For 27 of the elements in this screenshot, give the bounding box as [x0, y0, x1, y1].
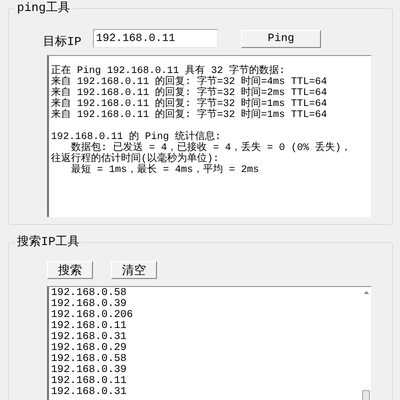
ip-list-item[interactable]: 192.168.0.31	[51, 387, 359, 398]
output-line: 来自 192.168.0.11 的回复: 字节=32 时间=4ms TTL=64	[51, 77, 328, 88]
ip-list-item[interactable]: 192.168.0.11	[51, 321, 359, 332]
ip-list-item[interactable]: 192.168.0.58	[51, 354, 359, 365]
group-title: 搜索IP工具	[15, 235, 82, 249]
ip-list-item[interactable]: 192.168.0.39	[51, 299, 359, 310]
ip-list-item[interactable]: 192.168.0.29	[51, 343, 359, 354]
ip-list-item[interactable]: 192.168.0.39	[51, 365, 359, 376]
ip-list-item[interactable]: 192.168.0.206	[51, 310, 359, 321]
ip-list-item[interactable]: 192.168.0.31	[51, 332, 359, 343]
output-line: 最短 = 1ms，最长 = 4ms，平均 = 2ms	[70, 165, 260, 176]
output-line: 往返行程的估计时间(以毫秒为单位):	[51, 154, 220, 165]
output-line: 正在 Ping 192.168.0.11 具有 32 字节的数据:	[51, 66, 286, 77]
output-line: 来自 192.168.0.11 的回复: 字节=32 时间=1ms TTL=64	[51, 99, 328, 110]
toolbar-button[interactable]: 清空	[111, 261, 157, 279]
target-ip-label: 目标IP	[43, 34, 82, 50]
output-line: 数据包: 已发送 = 4，已接收 = 4，丢失 = 0 (0% 丢失)，	[71, 143, 352, 154]
output-line: 来自 192.168.0.11 的回复: 字节=32 时间=2ms TTL=64	[51, 88, 328, 99]
group-title: ping工具	[15, 1, 72, 15]
ping-button[interactable]: Ping	[241, 30, 321, 48]
toolbar-button[interactable]: 搜索	[47, 261, 93, 279]
scroll-up-icon[interactable]	[364, 291, 368, 294]
output-line: 来自 192.168.0.11 的回复: 字节=32 时间=1ms TTL=64	[51, 110, 328, 121]
ip-list-item[interactable]: 192.168.0.58	[51, 288, 359, 299]
ip-list-item[interactable]: 192.168.0.11	[51, 376, 359, 387]
output-line: 192.168.0.11 的 Ping 统计信息:	[51, 132, 222, 143]
target-ip-field[interactable]: 192.168.0.11	[93, 29, 218, 48]
